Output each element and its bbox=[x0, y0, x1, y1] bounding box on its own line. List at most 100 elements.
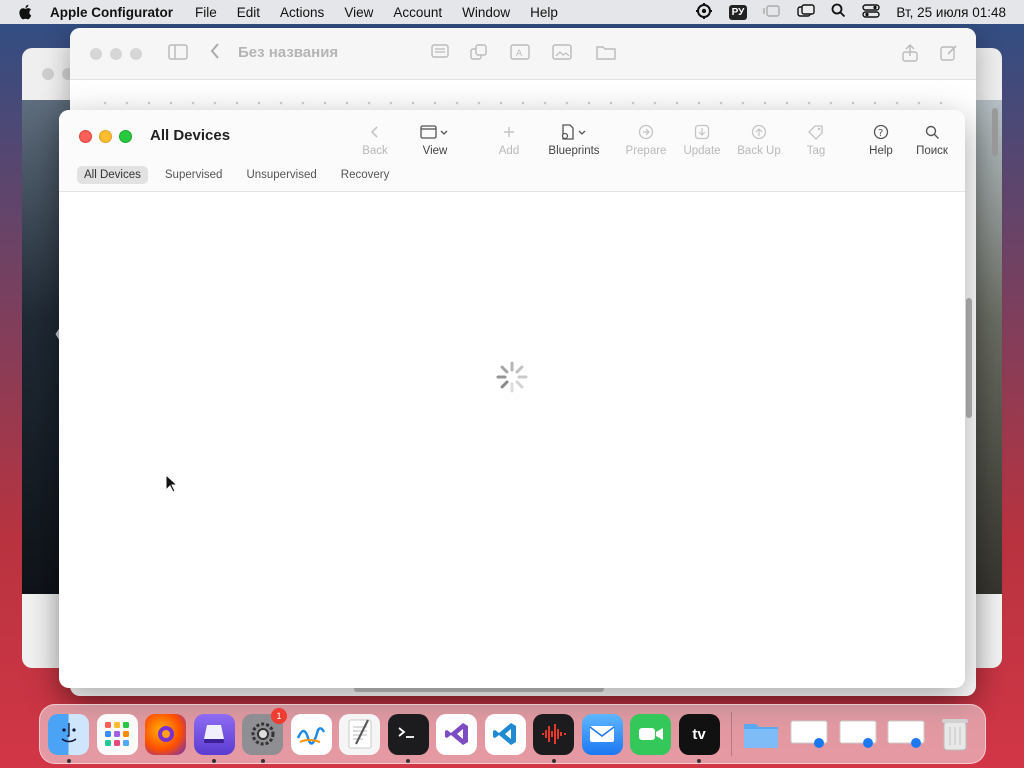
dock-apple-configurator[interactable] bbox=[193, 713, 235, 763]
dock-downloads-folder[interactable] bbox=[740, 714, 781, 755]
blueprints-label: Blueprints bbox=[548, 145, 600, 157]
control-center-icon[interactable] bbox=[862, 3, 881, 21]
media-icon[interactable] bbox=[552, 44, 572, 65]
menu-actions[interactable]: Actions bbox=[280, 5, 324, 20]
gear-icon bbox=[251, 722, 274, 746]
window-thumbnail-icon bbox=[790, 720, 828, 748]
main-toolbar: All Devices Back View Add Blueprints Pre… bbox=[59, 110, 965, 192]
dock-facetime[interactable] bbox=[630, 713, 671, 755]
visual-studio-icon bbox=[444, 723, 468, 745]
waveform-icon bbox=[541, 724, 566, 744]
search-icon[interactable] bbox=[831, 3, 846, 21]
menu-account[interactable]: Account bbox=[393, 5, 442, 20]
input-source-indicator[interactable]: РУ bbox=[728, 4, 748, 20]
prepare-icon bbox=[616, 122, 676, 142]
text-format-icon[interactable]: A bbox=[510, 44, 530, 65]
prepare-button[interactable]: Prepare bbox=[616, 122, 676, 157]
list-view-icon[interactable] bbox=[431, 44, 449, 63]
running-indicator bbox=[66, 758, 71, 763]
trash-icon bbox=[941, 719, 968, 751]
app-menu[interactable]: Apple Configurator bbox=[50, 5, 173, 20]
apple-menu-icon[interactable] bbox=[18, 4, 36, 20]
back-button[interactable]: Back bbox=[345, 122, 405, 157]
menu-window[interactable]: Window bbox=[462, 5, 510, 20]
search-button[interactable]: Поиск bbox=[902, 122, 962, 157]
running-indicator bbox=[212, 758, 216, 763]
dock-voice-memos[interactable] bbox=[533, 713, 574, 763]
dock-vscode[interactable] bbox=[484, 713, 526, 755]
dock-terminal[interactable] bbox=[387, 713, 429, 763]
dock-window-3[interactable] bbox=[886, 714, 927, 755]
backup-button[interactable]: Back Up bbox=[729, 122, 789, 157]
tag-button[interactable]: Tag bbox=[786, 122, 846, 157]
dock: 1 tv bbox=[39, 704, 986, 764]
status-area: РУ Вт, 25 июля 01:48 bbox=[695, 0, 1006, 24]
notes-toolbar: Без названия A bbox=[70, 28, 976, 80]
inactive-close-button[interactable] bbox=[42, 68, 54, 80]
chevron-left-icon[interactable] bbox=[210, 42, 220, 65]
folder-icon[interactable] bbox=[596, 44, 616, 65]
tab-all-devices[interactable]: All Devices bbox=[77, 166, 148, 184]
backup-icon bbox=[729, 122, 789, 142]
duplicate-icon[interactable] bbox=[470, 44, 488, 65]
dock-system-settings[interactable]: 1 bbox=[242, 707, 287, 763]
loading-spinner bbox=[496, 361, 528, 393]
menu-file[interactable]: File bbox=[195, 5, 217, 20]
screen-mirroring-icon[interactable] bbox=[797, 3, 816, 21]
menu-clock[interactable]: Вт, 25 июля 01:48 bbox=[896, 5, 1006, 20]
close-button[interactable] bbox=[79, 130, 92, 143]
sidebar-toggle-icon[interactable] bbox=[168, 44, 188, 65]
tab-unsupervised[interactable]: Unsupervised bbox=[239, 166, 323, 184]
dock-firefox[interactable] bbox=[145, 713, 186, 755]
dock-window-1[interactable] bbox=[789, 714, 830, 755]
add-button[interactable]: Add bbox=[479, 122, 539, 157]
freeform-icon bbox=[296, 727, 326, 745]
apple-configurator-window: All Devices Back View Add Blueprints Pre… bbox=[59, 110, 965, 688]
window-thumbnail-icon bbox=[887, 720, 925, 748]
notes-close-button[interactable] bbox=[90, 48, 102, 60]
blueprints-button[interactable]: Blueprints bbox=[544, 122, 604, 157]
dock-visual-studio[interactable] bbox=[436, 713, 477, 755]
tab-supervised[interactable]: Supervised bbox=[158, 166, 230, 184]
notes-minimize-button[interactable] bbox=[110, 48, 122, 60]
menu-view[interactable]: View bbox=[344, 5, 373, 20]
terminal-icon bbox=[398, 727, 414, 738]
dock-launchpad[interactable] bbox=[96, 713, 138, 755]
vertical-scrollbar-thumb[interactable] bbox=[966, 298, 972, 418]
svg-text:A: A bbox=[516, 49, 523, 59]
dock-apple-tv[interactable]: tv bbox=[678, 713, 720, 763]
window-view-icon bbox=[405, 122, 465, 142]
window-title: All Devices bbox=[150, 127, 231, 144]
update-icon bbox=[672, 122, 732, 142]
zoom-button[interactable] bbox=[119, 130, 132, 143]
search-icon bbox=[902, 122, 962, 142]
tab-recovery[interactable]: Recovery bbox=[334, 166, 397, 184]
notes-zoom-button[interactable] bbox=[130, 48, 142, 60]
finder-icon bbox=[61, 723, 76, 743]
plus-icon bbox=[479, 122, 539, 142]
dock-mail[interactable] bbox=[581, 713, 623, 755]
gear-badge-icon[interactable] bbox=[695, 2, 713, 23]
compose-icon[interactable] bbox=[940, 44, 958, 67]
tag-label: Tag bbox=[806, 145, 826, 157]
update-button[interactable]: Update bbox=[672, 122, 732, 157]
dock-textedit[interactable] bbox=[339, 713, 380, 755]
menu-edit[interactable]: Edit bbox=[237, 5, 260, 20]
firefox-icon bbox=[157, 726, 174, 742]
view-button[interactable]: View bbox=[405, 122, 465, 157]
stage-manager-icon[interactable] bbox=[763, 4, 781, 21]
dock-finder[interactable] bbox=[48, 713, 89, 763]
view-label: View bbox=[422, 145, 448, 157]
vertical-scrollbar[interactable] bbox=[992, 108, 998, 156]
dock-trash[interactable] bbox=[934, 714, 975, 755]
running-indicator bbox=[260, 758, 265, 763]
minimize-button[interactable] bbox=[99, 130, 112, 143]
add-label: Add bbox=[498, 145, 520, 157]
configurator-icon bbox=[204, 725, 224, 743]
share-icon[interactable] bbox=[902, 44, 918, 67]
menu-bar: Apple Configurator File Edit Actions Vie… bbox=[0, 0, 1024, 24]
dock-freeform[interactable] bbox=[290, 713, 332, 755]
back-label: Back bbox=[362, 145, 388, 157]
dock-window-2[interactable] bbox=[837, 714, 878, 755]
menu-help[interactable]: Help bbox=[530, 5, 558, 20]
